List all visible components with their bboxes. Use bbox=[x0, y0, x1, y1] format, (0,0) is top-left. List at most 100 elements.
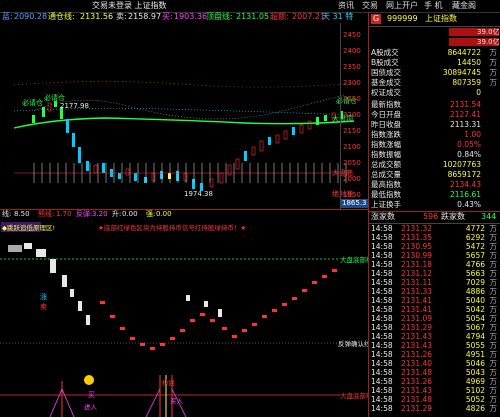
marker-mai: 卖 bbox=[40, 303, 47, 311]
candles bbox=[32, 101, 343, 191]
sub-bear-value: 1.70 bbox=[56, 210, 72, 218]
label-low: 1974.38 bbox=[184, 190, 213, 198]
tick-row: 14:58 2131.48 5043 万 bbox=[371, 368, 497, 377]
sub-indicator-chart[interactable]: ◆跳跃追低原理区! ★底部红绿色区块为持股持币信号红持股绿持币！★ 大盘底部线 … bbox=[0, 219, 368, 417]
menu-zixun[interactable]: 资讯 bbox=[338, 1, 354, 11]
kline-chart[interactable]: 必请仓 必请仓 2177.98 必请仓 1974.38 大盘顶 大盘底 绝对底 bbox=[0, 23, 368, 209]
status-top-label: 顶盘线: bbox=[206, 12, 233, 21]
tick-row: 14:58 2131.09 5054 万 bbox=[371, 314, 497, 323]
label-confirm-line: 反弹确认线 bbox=[338, 339, 368, 348]
axis-tick: 2200 bbox=[343, 111, 361, 119]
marker-s1: 买 bbox=[88, 391, 95, 399]
quote-code: 999999 bbox=[387, 14, 418, 23]
tick-row: 14:58 2131.32 4772 万 bbox=[371, 224, 497, 233]
tick-row: 14:58 2131.41 5040 万 bbox=[371, 296, 497, 305]
status-tongcang-value: 2131.56 bbox=[80, 12, 114, 21]
menu-cangjinge[interactable]: 藏金阁 bbox=[452, 1, 476, 11]
tick-row: 14:58 2131.43 5102 万 bbox=[371, 386, 497, 395]
down-count: 344 bbox=[481, 212, 497, 221]
tick-row: 14:58 2131.43 5055 万 bbox=[371, 341, 497, 350]
quote-row: 权证成交 0 bbox=[371, 88, 481, 97]
label-buy-left2: 必请仓 bbox=[44, 93, 65, 102]
marker-zhang: 涨 bbox=[40, 292, 47, 301]
quote-row: 指数振幅 0.84% bbox=[371, 150, 481, 159]
up-label: 涨家数 bbox=[371, 212, 395, 221]
tick-row: 14:58 2131.48 5052 万 bbox=[371, 395, 497, 404]
marker-s2: 进入 bbox=[84, 403, 98, 411]
tick-row: 14:58 2131.12 5663 万 bbox=[371, 269, 497, 278]
label-high: 2177.98 bbox=[60, 102, 89, 110]
menu-kaihu[interactable]: 网上开户 bbox=[386, 1, 418, 11]
quote-row: 上证换手 0.43% bbox=[371, 200, 481, 209]
status-excess-label: 超额: bbox=[270, 12, 289, 21]
quote-row: 昨日收盘 2113.31 bbox=[371, 120, 481, 129]
side-val-1: 39.0亿 bbox=[477, 28, 500, 36]
status-top-value: 2131.05 bbox=[236, 12, 270, 21]
axis-tick: 2250 bbox=[343, 95, 361, 103]
status-excess-value: 2007.21 bbox=[292, 12, 326, 21]
tick-row: 14:58 2131.41 5042 万 bbox=[371, 305, 497, 314]
tick-row: 14:58 2131.43 4794 万 bbox=[371, 332, 497, 341]
tick-row: 14:58 2131.18 4766 万 bbox=[371, 260, 497, 269]
marker-s4: 买入 bbox=[170, 397, 184, 405]
axis-tick: 2100 bbox=[343, 143, 361, 151]
quote-row: 最高指数 2134.43 bbox=[371, 180, 481, 189]
axis-tick: 2450 bbox=[343, 31, 361, 39]
status-sell-value: 2158.97 bbox=[128, 12, 162, 21]
top-menu: 资讯 交易 网上开户 手 机 藏金阁 bbox=[292, 0, 500, 12]
tick-row: 14:58 2131.26 4969 万 bbox=[371, 377, 497, 386]
price-axis: 2450 2400 2350 2300 2250 2200 2150 2100 … bbox=[340, 23, 369, 209]
quote-name: 上证指数 bbox=[425, 14, 457, 23]
quote-row: B股成交 14450 万 bbox=[371, 58, 497, 67]
tick-row: 14:58 2131.40 5046 万 bbox=[371, 359, 497, 368]
axis-tick: 2050 bbox=[343, 159, 361, 167]
indicator-status-line: 蓝: 2090.28 通仓线: 2131.56 卖: 2158.97 买: 19… bbox=[0, 12, 368, 23]
axis-tick: 2350 bbox=[343, 63, 361, 71]
sub-strong-label: 强: bbox=[146, 210, 156, 218]
sub-up-label: 升: bbox=[112, 210, 122, 218]
status-blue-label: 蓝: bbox=[2, 12, 13, 21]
sub-line-value: 8.50 bbox=[14, 210, 30, 218]
tick-row: 14:58 2131.26 4951 万 bbox=[371, 350, 497, 359]
status-blue-value: 2090.28 bbox=[14, 12, 48, 21]
status-buy-value: 1903.36 bbox=[174, 12, 208, 21]
window-title: 交易未登录 上证指数 bbox=[92, 1, 167, 10]
badge-g: G bbox=[371, 14, 382, 24]
sub-rebound-value: 3.20 bbox=[92, 210, 108, 218]
quote-row: 最新指数 2131.54 bbox=[371, 100, 481, 109]
status-tail: 天 31 特 bbox=[322, 12, 354, 21]
label-bottom-line: 大盘底部线 bbox=[340, 391, 368, 400]
sub-rebound-label: 反弹: bbox=[76, 210, 93, 218]
quote-row: 今日开盘 2127.41 bbox=[371, 110, 481, 119]
axis-tick: 2150 bbox=[343, 127, 361, 135]
status-tongcang-label: 通仓线: bbox=[48, 12, 75, 21]
sub-line-label: 线: bbox=[2, 210, 12, 218]
tick-row: 14:58 2131.29 4826 万 bbox=[371, 404, 497, 413]
coin-icon bbox=[84, 375, 94, 385]
white-dot-series bbox=[70, 289, 222, 325]
sub-strong-value: 0.00 bbox=[156, 210, 172, 218]
sub-up-value: 0.00 bbox=[122, 210, 138, 218]
status-buy-label: 买: bbox=[162, 12, 173, 21]
tick-list[interactable]: 14:58 2131.32 4772 万 14:58 2131.35 6292 万 14:5… bbox=[369, 224, 500, 417]
tick-row: 14:58 2130.99 5657 万 bbox=[371, 251, 497, 260]
menu-shouji[interactable]: 手 机 bbox=[424, 1, 443, 11]
tick-row: 14:58 2131.11 7029 万 bbox=[371, 278, 497, 287]
axis-tick: 2000 bbox=[343, 175, 361, 183]
axis-tick: 2400 bbox=[343, 47, 361, 55]
current-price-box: 1865.3 bbox=[341, 199, 368, 208]
tick-row: 14:58 2130.95 5472 万 bbox=[371, 242, 497, 251]
tick-row: 14:58 2131.33 4886 万 bbox=[371, 287, 497, 296]
quote-row: 总成交量 8659172 bbox=[371, 170, 481, 179]
quote-panel: G 999999 上证指数 39.0亿 39.0亿 A股成交 8644722 万 B… bbox=[368, 12, 500, 417]
quote-row: 指数涨跌 1.00 bbox=[371, 130, 481, 139]
banner-text: ◆跳跃追低原理区! bbox=[2, 223, 55, 232]
notice-text: ★底部红绿色区块为持股持币信号红持股绿持币！★ bbox=[98, 223, 246, 232]
side-val-2: 39.0亿 bbox=[477, 38, 500, 46]
bar-blocks-top bbox=[8, 243, 67, 287]
label-top-line: 大盘底部线 bbox=[340, 255, 368, 264]
label-buy-left: 必请仓 bbox=[22, 98, 43, 107]
menu-jiaoyi[interactable]: 交易 bbox=[362, 1, 378, 11]
axis-tick: 2300 bbox=[343, 79, 361, 87]
down-label: 跌家数 bbox=[441, 212, 465, 221]
